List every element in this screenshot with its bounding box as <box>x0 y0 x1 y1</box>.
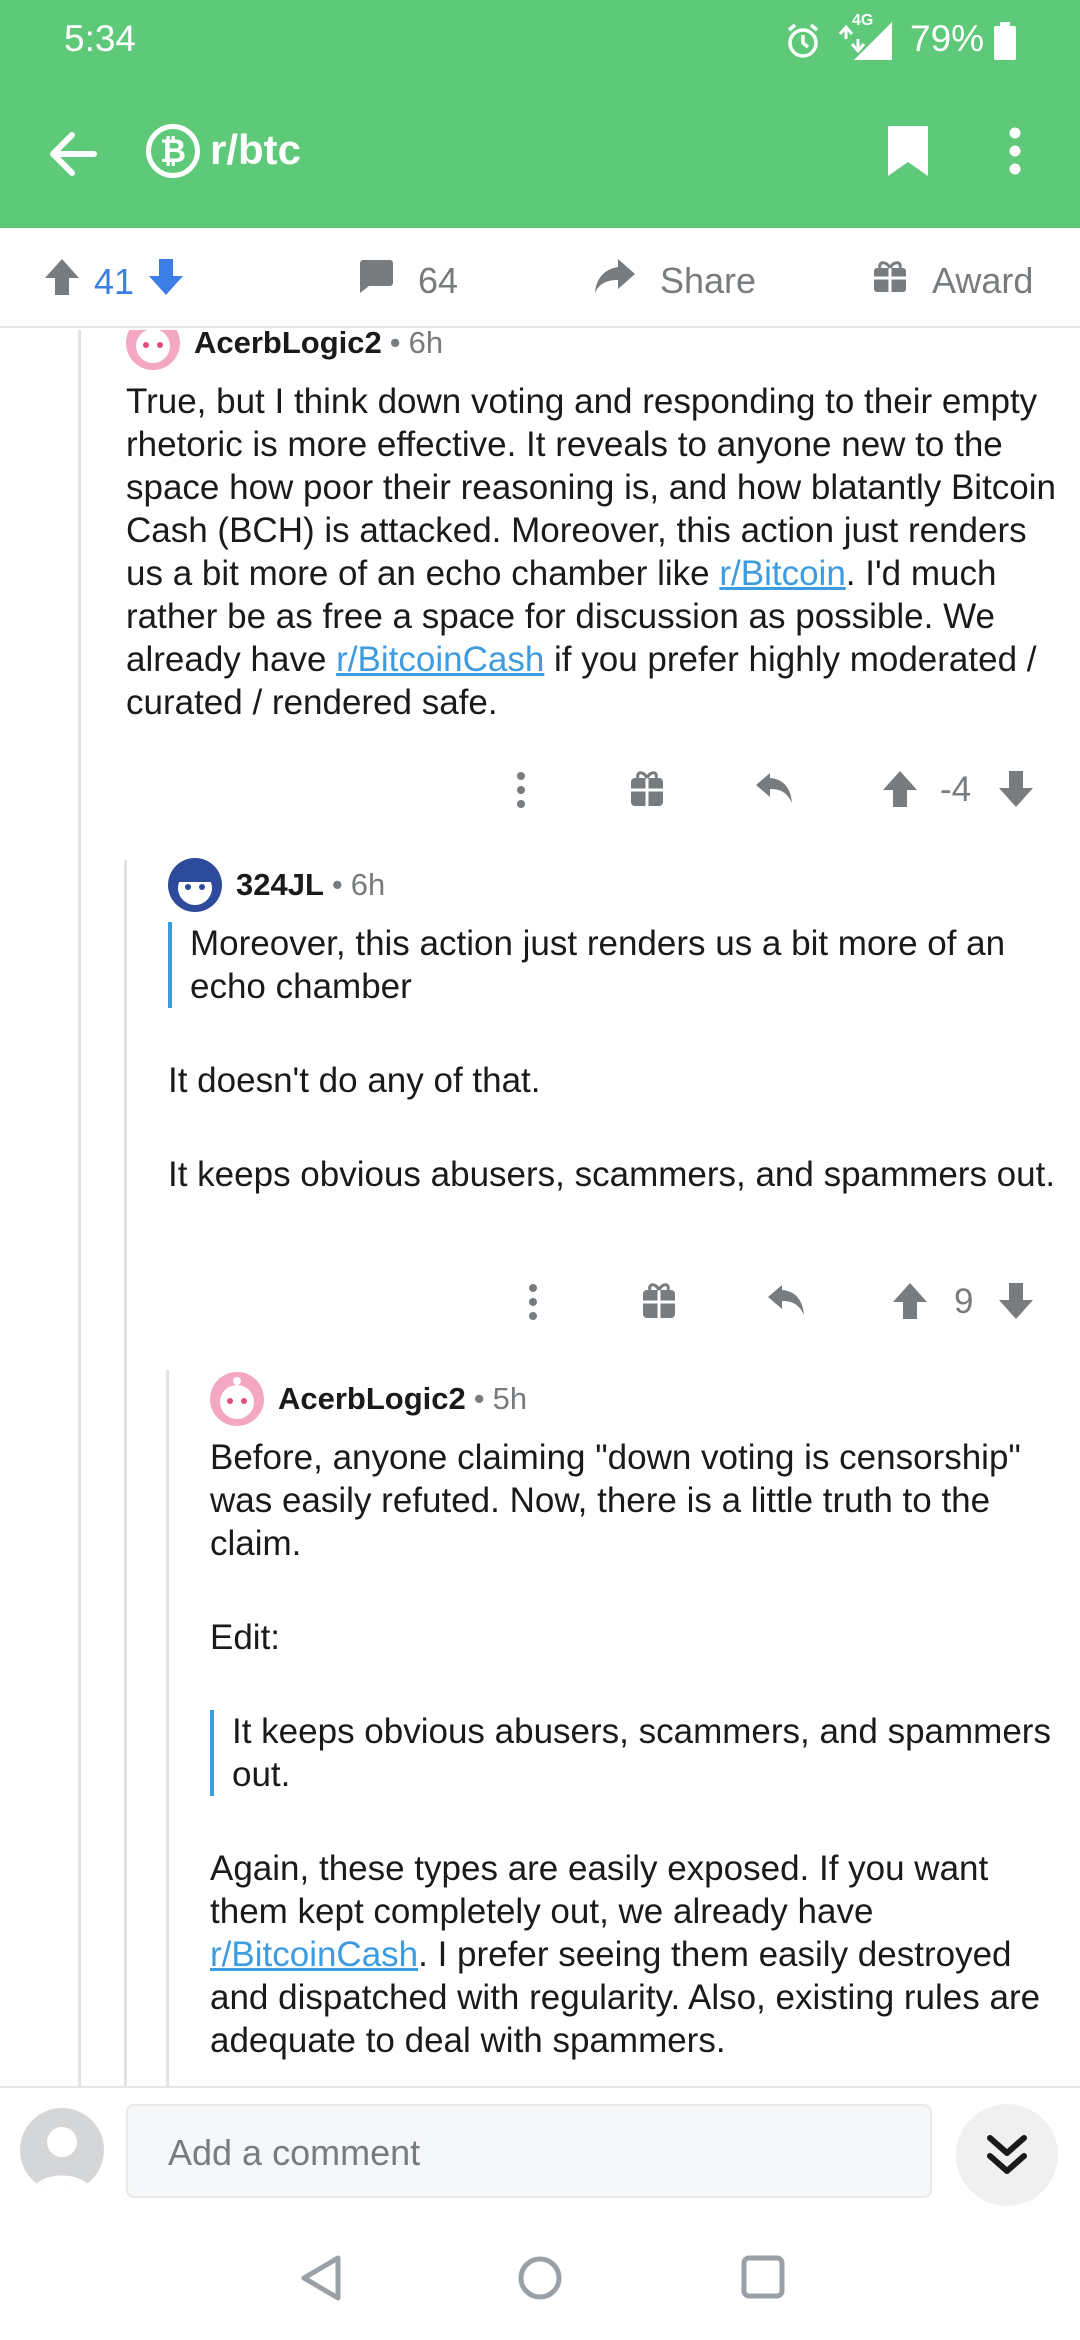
nav-recents-icon[interactable] <box>740 2254 786 2305</box>
downvote-icon[interactable] <box>998 770 1034 817</box>
add-comment-input[interactable]: Add a comment <box>126 2104 932 2198</box>
block-quote: Moreover, this action just renders us a … <box>168 922 1064 1008</box>
downvote-icon[interactable] <box>998 1282 1034 1329</box>
header: 5:34 4G 79% ₿ r/btc <box>0 0 1080 228</box>
more-vert-icon[interactable] <box>514 770 528 819</box>
comment-text: Again, these types are easily exposed. I… <box>210 1849 989 1931</box>
comment-paragraph: It keeps obvious abusers, scammers, and … <box>168 1155 1056 1194</box>
double-chevron-down-icon <box>987 2135 1027 2174</box>
comment-author[interactable]: AcerbLogic2 <box>278 1381 466 1417</box>
comments-button[interactable]: 64 <box>356 258 458 303</box>
post-score: 41 <box>94 260 135 302</box>
comment-body: True, but I think down voting and respon… <box>126 380 1060 724</box>
comment: AcerbLogic2 • 5h Before, anyone claiming… <box>210 1372 1070 2062</box>
comment-age: 6h <box>350 867 386 902</box>
thread-rail[interactable] <box>124 860 127 2086</box>
share-label: Share <box>660 259 757 301</box>
comment-count: 64 <box>418 259 459 301</box>
upvote-icon[interactable] <box>44 258 80 305</box>
status-time: 5:34 <box>64 18 137 59</box>
upvote-icon[interactable] <box>882 770 918 817</box>
gift-icon[interactable] <box>630 770 664 817</box>
block-quote: It keeps obvious abusers, scammers, and … <box>210 1710 1070 1796</box>
bitcoin-icon: ₿ <box>146 124 200 178</box>
meta-separator: • <box>389 330 401 360</box>
more-vert-icon[interactable] <box>526 1282 540 1331</box>
subreddit-title[interactable]: r/btc <box>210 126 301 174</box>
comment-age: 5h <box>492 1381 528 1416</box>
comment-age: 6h <box>408 330 444 360</box>
comment-meta: AcerbLogic2 • 6h <box>126 330 1060 370</box>
award-button[interactable]: Award <box>872 258 1033 303</box>
comment-meta: AcerbLogic2 • 5h <box>210 1372 1070 1426</box>
comment-score: -4 <box>940 770 972 809</box>
comment-body: Moreover, this action just renders us a … <box>168 922 1064 1196</box>
downvote-icon[interactable] <box>148 258 184 305</box>
comment-body: Before, anyone claiming "down voting is … <box>210 1436 1070 2062</box>
reply-icon[interactable] <box>766 1282 806 1329</box>
nav-home-icon[interactable] <box>516 2254 564 2307</box>
user-avatar[interactable] <box>20 2108 104 2192</box>
post-action-bar: 41 64 Share Award <box>0 228 1080 328</box>
comment-author[interactable]: AcerbLogic2 <box>194 330 382 361</box>
comment-paragraph: Edit: <box>210 1618 281 1657</box>
comment-meta: 324JL • 6h <box>168 858 1064 912</box>
avatar[interactable] <box>126 330 180 370</box>
comment-actions: 9 <box>0 1282 1080 1326</box>
comment: 324JL • 6h Moreover, this action just re… <box>168 858 1064 1196</box>
comment-composer: Add a comment <box>0 2086 1080 2218</box>
status-bar: 5:34 4G 79% <box>0 0 1080 80</box>
share-button[interactable]: Share <box>594 258 756 303</box>
battery-icon <box>994 22 1016 69</box>
comment-paragraph: Again, these types are easily exposed. I… <box>210 1847 1070 2062</box>
avatar[interactable] <box>168 858 222 912</box>
comment-score: 9 <box>954 1282 974 1321</box>
bookmark-icon[interactable] <box>886 124 930 183</box>
comment-actions: -4 <box>0 770 1080 814</box>
back-arrow-icon[interactable] <box>46 130 98 183</box>
post-vote-control: 41 <box>44 258 184 305</box>
comment-paragraph: Before, anyone claiming "down voting is … <box>210 1438 1021 1563</box>
more-vert-icon[interactable] <box>1008 126 1022 181</box>
jump-next-button[interactable] <box>956 2104 1058 2206</box>
meta-separator: • <box>473 1381 485 1416</box>
comment-paragraph: It doesn't do any of that. <box>168 1061 541 1100</box>
gift-icon[interactable] <box>642 1282 676 1329</box>
subreddit-link[interactable]: r/BitcoinCash <box>336 640 544 679</box>
alarm-icon <box>784 22 822 69</box>
thread-rail[interactable] <box>166 1370 169 2086</box>
share-icon <box>594 258 636 303</box>
subreddit-link[interactable]: r/Bitcoin <box>719 554 845 593</box>
comment-author[interactable]: 324JL <box>236 867 324 903</box>
comment: AcerbLogic2 • 6h True, but I think down … <box>126 330 1060 724</box>
app-bar: ₿ r/btc <box>0 110 1080 200</box>
thread-rail[interactable] <box>78 330 81 2086</box>
battery-percent: 79% <box>910 18 985 59</box>
subreddit-link[interactable]: r/BitcoinCash <box>210 1935 418 1974</box>
upvote-icon[interactable] <box>892 1282 928 1329</box>
comment-icon <box>356 258 394 303</box>
system-nav-bar <box>0 2218 1080 2340</box>
signal-icon <box>836 20 892 69</box>
avatar[interactable] <box>210 1372 264 1426</box>
comment-thread: AcerbLogic2 • 6h True, but I think down … <box>0 330 1080 2086</box>
meta-separator: • <box>331 867 343 902</box>
gift-icon <box>872 258 908 303</box>
award-label: Award <box>932 259 1034 301</box>
reply-icon[interactable] <box>754 770 794 817</box>
nav-back-icon[interactable] <box>298 2254 344 2307</box>
